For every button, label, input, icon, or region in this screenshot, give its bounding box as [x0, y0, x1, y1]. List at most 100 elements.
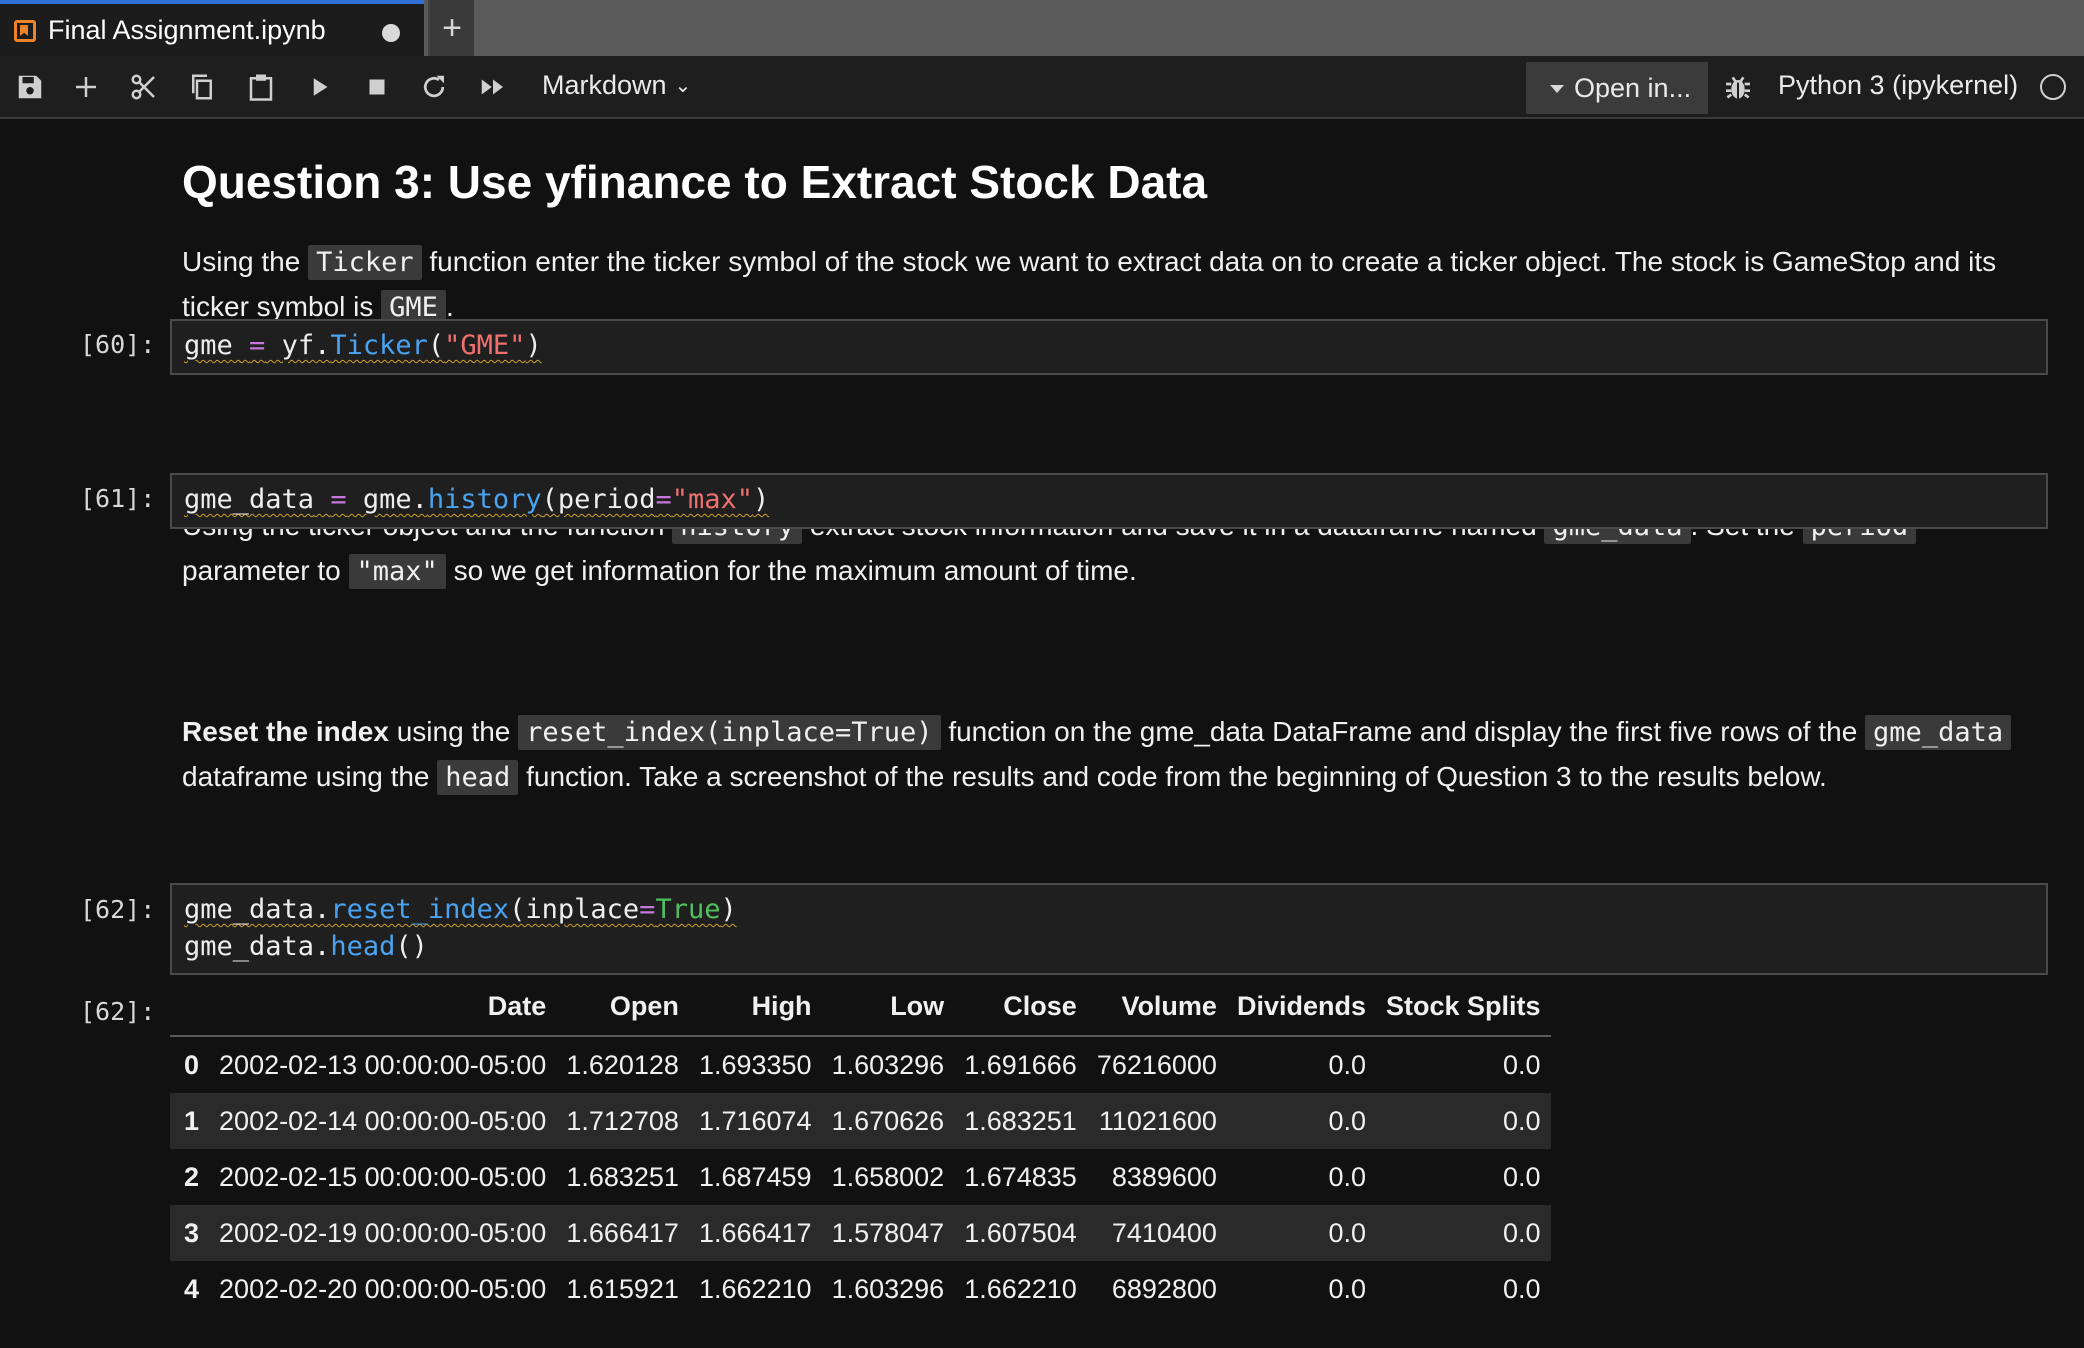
table-cell: 0.0	[1328, 1105, 1366, 1136]
column-header: High	[688, 977, 822, 1037]
text: function on the gme_data DataFrame and d…	[940, 716, 1866, 747]
markdown-cell-reset-index[interactable]: Reset the index using the reset_index(in…	[182, 710, 2022, 800]
output-prompt: [62]:	[80, 997, 156, 1026]
code-cell-60[interactable]: gme = yf.Ticker("GME")	[170, 319, 2048, 375]
table-cell: 2002-02-20 00:00:00-05:00	[219, 1273, 547, 1304]
column-header: Date	[209, 977, 557, 1037]
table-cell: 1.666417	[566, 1217, 679, 1248]
row-index: 4	[184, 1273, 200, 1304]
run-all-icon[interactable]	[475, 69, 511, 105]
code-line: gme_data.head()	[184, 931, 428, 962]
tab-title: Final Assignment.ipynb	[48, 15, 326, 45]
question-heading: Question 3: Use yfinance to Extract Stoc…	[182, 156, 1208, 208]
paste-icon[interactable]	[243, 69, 279, 105]
text: so we get information for the maximum am…	[445, 555, 1137, 586]
text: parameter to	[182, 555, 349, 586]
caret-down-icon	[1550, 85, 1564, 93]
table-cell: 11021600	[1098, 1105, 1217, 1136]
table-cell: 0.0	[1502, 1105, 1541, 1136]
tab-bar: Final Assignment.ipynb +	[0, 0, 2084, 56]
table-cell: 1.620128	[566, 1049, 679, 1080]
table-cell: 1.693350	[698, 1049, 812, 1080]
code-cell-61[interactable]: gme_data = gme.history(period="max")	[170, 473, 2048, 529]
column-header: Low	[821, 977, 955, 1037]
chevron-down-icon: ⌄	[674, 75, 692, 97]
stop-icon[interactable]	[359, 69, 395, 105]
cut-icon[interactable]	[126, 69, 162, 105]
table-cell: 1.662210	[698, 1273, 812, 1304]
text: function enter the ticker symbol of the …	[182, 246, 1997, 322]
table-cell: 0.0	[1502, 1049, 1541, 1080]
table-row: 1 2002-02-14 00:00:00-05:00 1.712708 1.7160…	[170, 1093, 1551, 1149]
inline-code: "max"	[348, 554, 446, 589]
tab-final-assignment[interactable]: Final Assignment.ipynb	[0, 0, 424, 56]
table-cell: 1.683251	[964, 1105, 1077, 1136]
inline-code: gme_data	[1865, 715, 2012, 750]
table-row: 3 2002-02-19 00:00:00-05:00 1.666417 1.6664…	[170, 1205, 1551, 1261]
cell-prompt: [62]:	[80, 895, 156, 924]
row-index: 2	[184, 1161, 200, 1192]
table-cell: 0.0	[1328, 1273, 1366, 1304]
text: using the	[388, 716, 519, 747]
table-cell: 1.687459	[698, 1161, 812, 1192]
open-in-button[interactable]: Open in...	[1526, 62, 1708, 114]
kernel-name[interactable]: Python 3 (ipykernel)	[1778, 70, 2018, 101]
table-cell: 1.578047	[831, 1217, 945, 1248]
table-cell: 1.674835	[964, 1161, 1077, 1192]
table-cell: 0.0	[1502, 1273, 1541, 1304]
table-body: 0 2002-02-13 00:00:00-05:00 1.620128 1.6933…	[170, 1036, 1551, 1317]
table-cell: 1.691666	[964, 1049, 1077, 1080]
table-cell: 2002-02-19 00:00:00-05:00	[219, 1217, 547, 1248]
table-cell: 0.0	[1502, 1161, 1541, 1192]
copy-icon[interactable]	[184, 69, 220, 105]
cell-prompt: [61]:	[80, 484, 156, 513]
table-cell: 2002-02-13 00:00:00-05:00	[219, 1049, 547, 1080]
new-tab-button[interactable]: +	[428, 0, 474, 56]
row-index: 3	[184, 1217, 200, 1248]
cell-type-label: Markdown	[542, 70, 667, 100]
markdown-cell-question-3[interactable]: Question 3: Use yfinance to Extract Stoc…	[182, 152, 2022, 330]
debugger-bug-icon[interactable]	[1722, 72, 1754, 104]
table-cell: 8389600	[1111, 1161, 1217, 1192]
notebook-toolbar: Markdown ⌄ Open in... Python 3 (ipykernel…	[0, 56, 2084, 119]
table-cell: 0.0	[1502, 1217, 1541, 1248]
column-header: Close	[954, 977, 1087, 1037]
table-row: 2 2002-02-15 00:00:00-05:00 1.683251 1.6874…	[170, 1149, 1551, 1205]
dataframe-output: Date Open High Low Close Volume Dividends Stock…	[170, 977, 1551, 1317]
add-cell-icon[interactable]	[68, 69, 104, 105]
save-icon[interactable]	[12, 69, 48, 105]
table-cell: 1.683251	[566, 1161, 679, 1192]
table-cell: 1.666417	[698, 1217, 812, 1248]
open-in-label: Open in...	[1574, 73, 1692, 103]
code-line: gme_data.reset_index(inplace=True)	[184, 894, 737, 925]
table-row: 4 2002-02-20 00:00:00-05:00 1.615921 1.6622…	[170, 1261, 1551, 1317]
table-cell: 2002-02-14 00:00:00-05:00	[219, 1105, 547, 1136]
notebook-content: Question 3: Use yfinance to Extract Stoc…	[0, 119, 2084, 1348]
notebook-icon	[14, 20, 36, 42]
table-cell: 7410400	[1111, 1217, 1217, 1248]
kernel-status-icon	[2040, 74, 2066, 100]
code-cell-62[interactable]: gme_data.reset_index(inplace=True) gme_d…	[170, 883, 2048, 975]
column-header	[170, 977, 210, 1037]
cell-type-dropdown[interactable]: Markdown ⌄	[542, 70, 691, 101]
run-icon[interactable]	[302, 69, 338, 105]
column-header: Volume	[1086, 977, 1227, 1037]
inline-code: reset_index(inplace=True)	[518, 715, 941, 750]
table-cell: 76216000	[1096, 1049, 1217, 1080]
column-header: Open	[556, 977, 689, 1037]
table-cell: 2002-02-15 00:00:00-05:00	[219, 1161, 547, 1192]
row-index: 1	[184, 1105, 200, 1136]
inline-code: head	[437, 760, 519, 795]
markdown-paragraph: Reset the index using the reset_index(in…	[182, 710, 2022, 800]
inline-code: Ticker	[308, 245, 422, 280]
table-cell: 1.615921	[566, 1273, 679, 1304]
table-cell: 1.712708	[566, 1105, 679, 1136]
restart-icon[interactable]	[416, 69, 452, 105]
code-line: gme_data = gme.history(period="max")	[184, 484, 770, 515]
table-header-row: Date Open High Low Close Volume Dividends Stock…	[170, 977, 1551, 1037]
unsaved-dot-icon[interactable]	[382, 24, 400, 42]
markdown-paragraph: Using the Ticker function enter the tick…	[182, 240, 2022, 330]
table-cell: 0.0	[1328, 1217, 1366, 1248]
code-line: gme = yf.Ticker("GME")	[184, 330, 542, 361]
table-cell: 1.658002	[831, 1161, 945, 1192]
